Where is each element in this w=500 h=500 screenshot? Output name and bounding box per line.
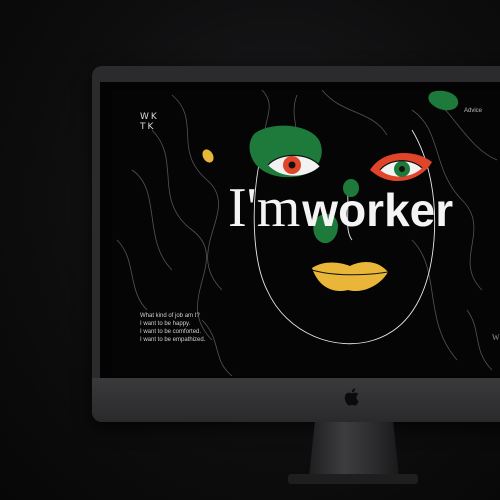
website-screen: WK TK Advice I'mworker What kind of job …	[112, 90, 500, 376]
nav-link-advice[interactable]: Advice	[464, 108, 482, 114]
intro-line: I want to be happy.	[140, 321, 191, 327]
site-logo[interactable]: WK TK	[140, 112, 159, 132]
logo-line-2: TK	[140, 122, 156, 132]
intro-line: I want to be comforted.	[140, 329, 202, 335]
headline-serif-part: I'm	[228, 177, 301, 239]
imac-stand	[308, 422, 400, 478]
intro-line: What kind of job am I?	[140, 313, 200, 319]
cropped-edge-text: W	[492, 333, 500, 342]
imac-chin	[92, 378, 500, 422]
hero-headline: I'mworker	[228, 180, 453, 236]
headline-sans-part: worker	[302, 184, 454, 236]
hero-intro-text: What kind of job am I? I want to be happ…	[140, 312, 205, 344]
imac-stand-base	[288, 474, 418, 484]
apple-logo-icon	[344, 388, 359, 406]
intro-line: I want to be empathized.	[140, 337, 206, 343]
logo-line-1: WK	[140, 112, 159, 122]
